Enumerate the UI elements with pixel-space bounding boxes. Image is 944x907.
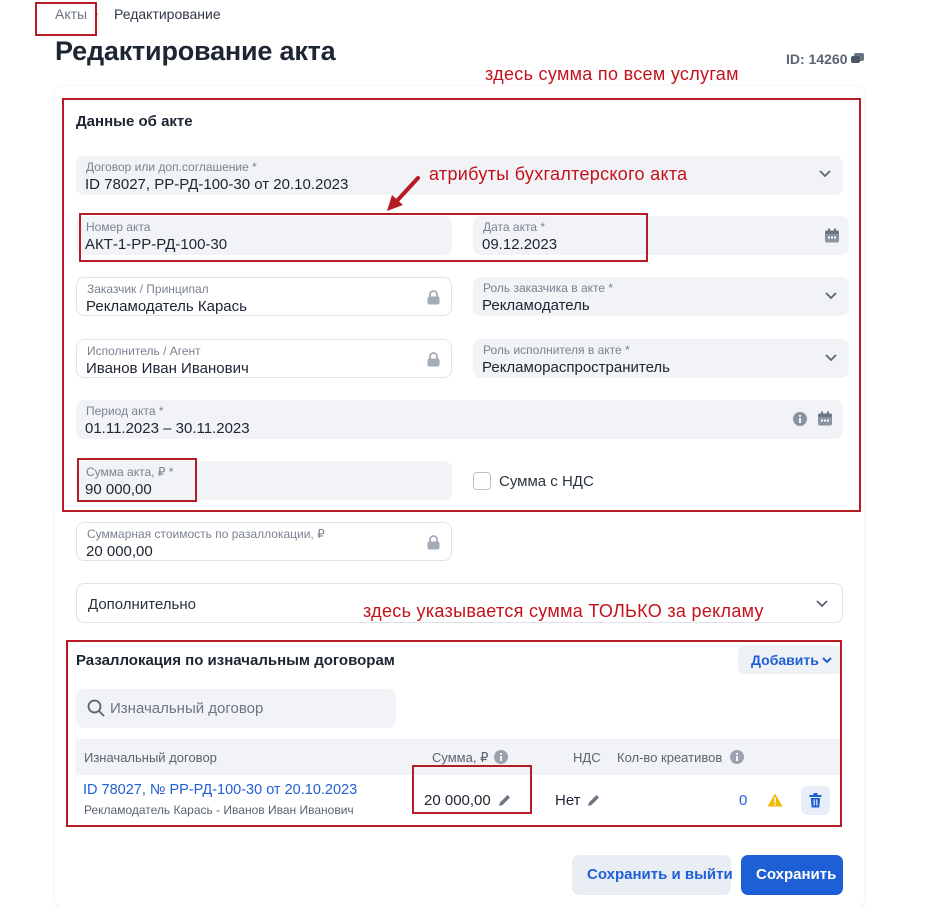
document-id: ID: 14260	[786, 51, 848, 67]
arrow-icon	[387, 176, 420, 211]
annotation-note-attributes: атрибуты бухгалтерского акта	[429, 164, 688, 184]
save-button[interactable]: Сохранить	[741, 855, 843, 895]
chevron-down-icon	[816, 600, 828, 608]
annotation-note-total: здесь сумма по всем услугам	[485, 64, 739, 84]
realloc-total-field: Суммарная стоимость по разаллокации, ₽ 2…	[76, 522, 452, 561]
annotation-box-row-amount	[412, 765, 532, 814]
annotation-box-amount	[77, 458, 197, 502]
additional-label: Дополнительно	[88, 596, 196, 613]
realloc-total-value: 20 000,00	[86, 543, 153, 560]
save-and-exit-label: Сохранить и выйти	[587, 866, 733, 883]
annotation-box-number-date	[79, 213, 648, 262]
annotation-box-act-data	[62, 98, 861, 512]
annotation-note-ads: здесь указывается сумма ТОЛЬКО за реклам…	[363, 601, 764, 621]
breadcrumb-current: Редактирование	[114, 6, 221, 22]
page-title: Редактирование акта	[55, 36, 336, 66]
comment-icon[interactable]	[851, 53, 864, 65]
lock-icon	[427, 535, 440, 550]
realloc-total-label: Суммарная стоимость по разаллокации, ₽	[87, 527, 325, 541]
annotation-box-breadcrumb	[35, 2, 97, 36]
save-label: Сохранить	[756, 866, 837, 883]
save-and-exit-button[interactable]: Сохранить и выйти	[572, 855, 733, 895]
